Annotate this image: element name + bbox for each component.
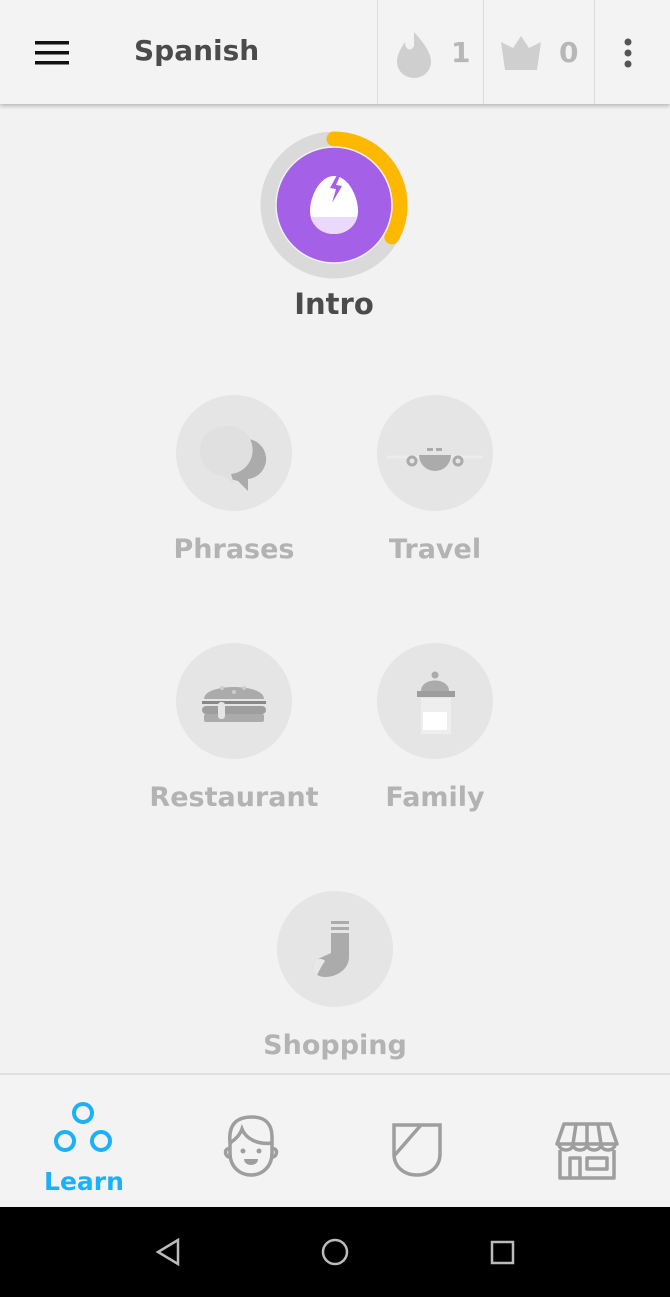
flame-icon xyxy=(397,32,431,78)
skill-phrases[interactable] xyxy=(176,395,292,511)
skill-label: Travel xyxy=(388,534,482,565)
baby-bottle-icon xyxy=(417,671,455,734)
skill-label: Shopping xyxy=(263,1030,407,1061)
airplane-icon xyxy=(387,448,483,471)
back-icon[interactable] xyxy=(155,1238,181,1266)
skill-shopping[interactable] xyxy=(277,891,393,1007)
recents-icon[interactable] xyxy=(490,1240,516,1266)
skill-intro[interactable] xyxy=(260,131,408,279)
speech-bubbles-icon xyxy=(199,425,267,491)
tab-label: Learn xyxy=(44,1167,124,1196)
streak-button[interactable]: 1 xyxy=(378,0,483,104)
home-icon[interactable] xyxy=(320,1237,350,1267)
bottom-navigation: Learn xyxy=(0,1073,670,1209)
burger-icon xyxy=(202,686,266,722)
top-app-bar: Spanish 1 0 xyxy=(0,0,670,104)
system-navigation-bar xyxy=(0,1207,670,1297)
learn-icon xyxy=(54,1102,112,1152)
shop-icon xyxy=(555,1122,619,1180)
profile-face-icon xyxy=(223,1115,279,1177)
crown-icon xyxy=(501,36,541,70)
skill-label: Family xyxy=(385,782,485,813)
tab-learn[interactable]: Learn xyxy=(0,1075,168,1207)
crowns-count: 0 xyxy=(559,36,579,69)
more-vert-icon[interactable] xyxy=(622,38,634,70)
tab-leaderboard[interactable] xyxy=(335,1075,502,1207)
skill-family[interactable] xyxy=(377,643,493,759)
course-title[interactable]: Spanish xyxy=(134,34,259,67)
intro-progress-ring xyxy=(260,131,408,279)
crowns-button[interactable]: 0 xyxy=(484,0,594,104)
menu-icon[interactable] xyxy=(35,41,69,65)
sock-icon xyxy=(312,921,349,977)
skill-restaurant[interactable] xyxy=(176,643,292,759)
divider xyxy=(594,0,595,104)
shield-icon xyxy=(392,1123,442,1177)
tab-shop[interactable] xyxy=(502,1075,670,1207)
tab-profile[interactable] xyxy=(168,1075,335,1207)
streak-count: 1 xyxy=(451,36,471,69)
skill-travel[interactable] xyxy=(377,395,493,511)
skill-label-intro: Intro xyxy=(294,287,374,321)
